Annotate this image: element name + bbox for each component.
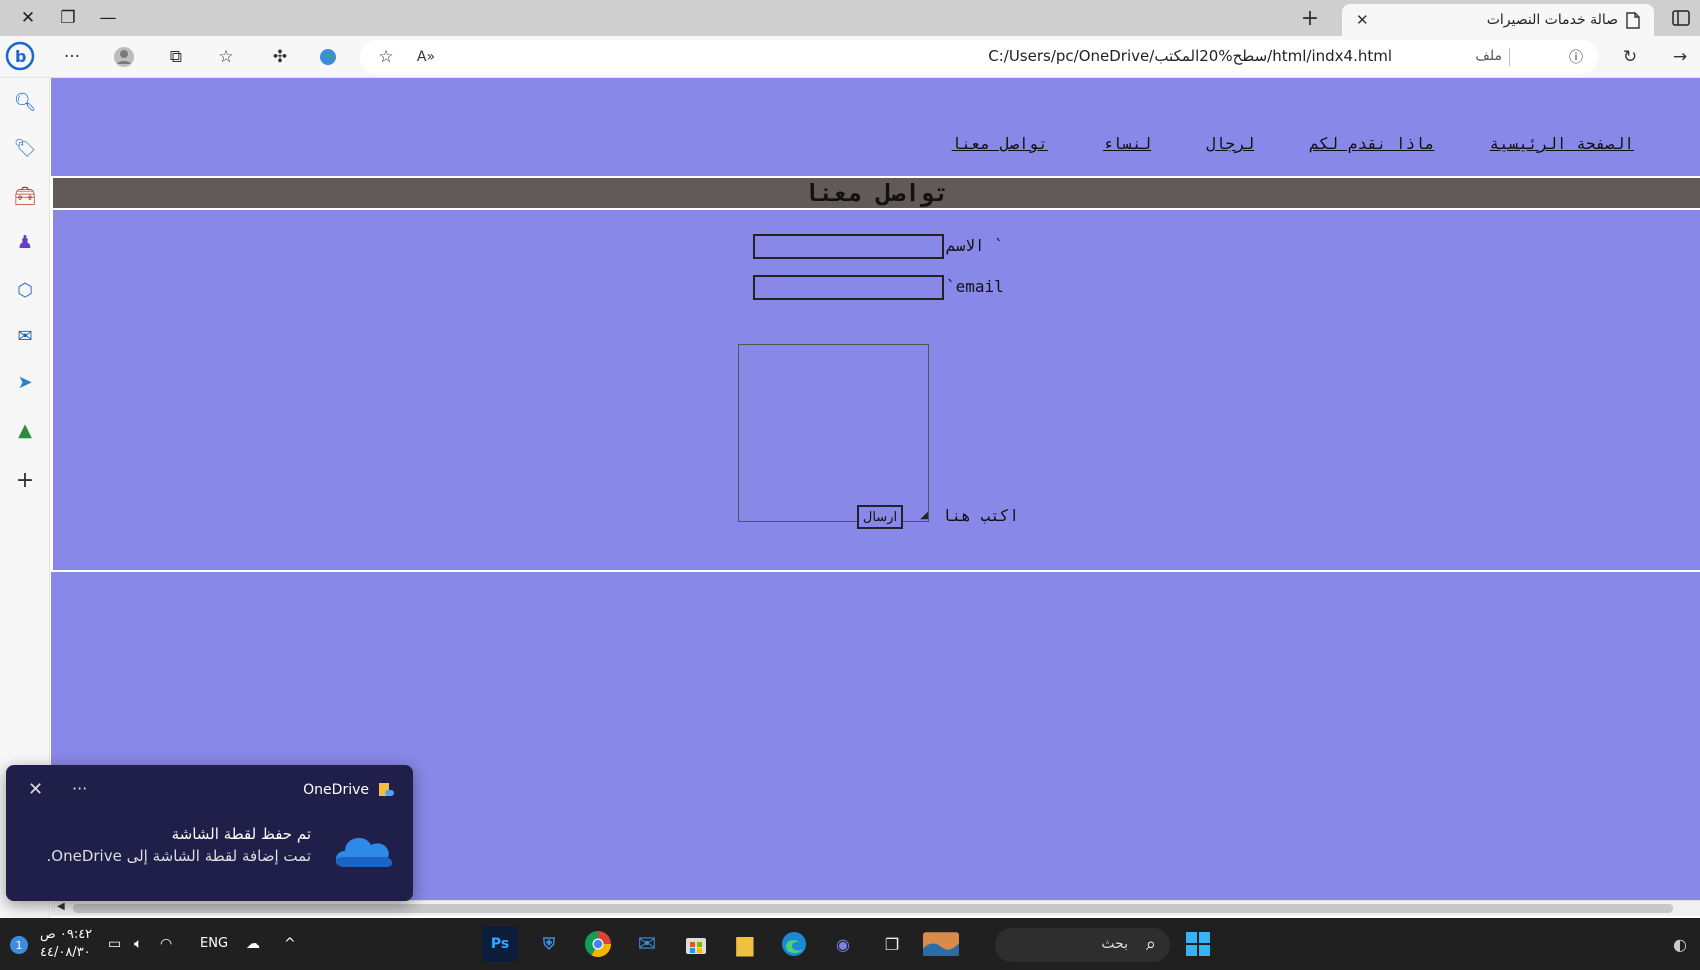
show-hidden-icons-icon[interactable]: ^: [284, 936, 296, 952]
taskbar-clock[interactable]: ٠٩:٤٢ ص ٤٤/٠٨/٣٠: [40, 926, 92, 962]
nav-link-home[interactable]: الصفحة الرئيسية: [1490, 134, 1635, 153]
email-field[interactable]: [753, 275, 944, 300]
search-icon[interactable]: 🔍︎: [7, 84, 43, 120]
add-sidebar-app-icon[interactable]: +: [7, 462, 43, 498]
more-menu-icon[interactable]: ···: [56, 42, 88, 72]
refresh-icon[interactable]: ↻: [1614, 42, 1646, 72]
tab-actions-icon[interactable]: [1668, 6, 1694, 30]
url-text[interactable]: C:/Users/pc/OneDrive/سطح%20المكتب/html/i…: [988, 47, 1392, 65]
start-icon[interactable]: [1180, 926, 1216, 962]
close-icon[interactable]: ✕: [28, 779, 43, 800]
onedrive-tray-icon[interactable]: ☁: [246, 936, 260, 952]
nav-link-women[interactable]: لنساء: [1103, 134, 1151, 153]
store-icon[interactable]: [678, 926, 714, 962]
language-indicator[interactable]: ENG: [200, 936, 228, 951]
horizontal-scrollbar[interactable]: ◀: [51, 900, 1700, 916]
tab-title: صالة خدمات النصيرات: [1486, 12, 1618, 28]
resize-handle-icon[interactable]: ◢: [920, 511, 928, 521]
onedrive-notification[interactable]: ✕ ··· OneDrive تم حفظ لقطة الشاشة تمت إض…: [6, 765, 413, 901]
notification-badge[interactable]: 1: [10, 936, 28, 954]
battery-icon[interactable]: ▭: [108, 936, 121, 952]
search-placeholder: بحث: [1101, 936, 1128, 952]
notification-title: تم حفظ لقطة الشاشة: [171, 825, 311, 843]
taskbar-search[interactable]: بحث ⌕: [995, 928, 1170, 962]
address-separator: [1509, 48, 1510, 66]
nav-link-services[interactable]: ماذا نقدم لكم: [1309, 134, 1434, 153]
divider: [51, 570, 1700, 572]
page-icon: [1626, 11, 1640, 29]
mail-icon[interactable]: ✉: [629, 926, 665, 962]
svg-text:b: b: [15, 47, 26, 66]
title-bar: ✕ ❐ — + صالة خدمات النصيرات ✕: [0, 0, 1700, 36]
scrollbar-thumb[interactable]: [73, 904, 1673, 913]
shield-app-icon[interactable]: ⛨: [531, 926, 567, 962]
forward-icon[interactable]: →: [1664, 42, 1696, 72]
collections-icon[interactable]: ⧉: [160, 42, 192, 72]
more-options-icon[interactable]: ···: [72, 779, 87, 798]
app-window-icon[interactable]: ❐: [874, 926, 910, 962]
favorites-icon[interactable]: ☆: [210, 42, 242, 72]
office-icon[interactable]: ⬡: [7, 272, 43, 308]
divider: [51, 176, 53, 572]
name-label: الاسم `: [946, 236, 1004, 255]
profile-icon[interactable]: [108, 42, 140, 72]
read-aloud-icon[interactable]: A»: [410, 42, 442, 72]
chrome-icon[interactable]: [580, 926, 616, 962]
file-label: ملف: [1475, 48, 1502, 64]
edge-icon[interactable]: [776, 926, 812, 962]
search-icon: ⌕: [1145, 934, 1156, 955]
site-info-icon[interactable]: ⓘ: [1560, 42, 1592, 72]
scroll-left-icon[interactable]: ◀: [57, 901, 65, 912]
wifi-icon[interactable]: ◠: [160, 936, 172, 952]
tree-icon[interactable]: ▲: [7, 412, 43, 448]
page-title: تواصل معنا: [804, 179, 949, 207]
clock-date: ٤٤/٠٨/٣٠: [40, 945, 91, 960]
name-field[interactable]: [753, 234, 944, 259]
photoshop-icon[interactable]: Ps: [482, 926, 518, 962]
outlook-icon[interactable]: ✉: [7, 318, 43, 354]
browser-toolbar: b ··· ⧉ ☆ ✣ ☆ A» C:/Users/pc/OneDrive/سط…: [0, 36, 1700, 78]
pinned-image-icon[interactable]: [923, 926, 959, 962]
nav-link-contact[interactable]: تواصل معنا: [952, 134, 1048, 153]
tab-active[interactable]: صالة خدمات النصيرات ✕: [1342, 4, 1654, 36]
extensions-icon[interactable]: ✣: [264, 42, 296, 72]
notification-body: تمت إضافة لقطة الشاشة إلى OneDrive.: [46, 847, 311, 865]
widgets-icon[interactable]: ◐: [1662, 926, 1698, 962]
shopping-icon[interactable]: 🏷︎: [7, 130, 43, 166]
message-label: اكتب هنا: [942, 506, 1020, 525]
taskbar: 1 ٠٩:٤٢ ص ٤٤/٠٨/٣٠ ▭ 🔈︎ ◠ ENG ☁ ^ Ps ⛨ ✉…: [0, 918, 1700, 970]
submit-button[interactable]: ارسال: [857, 505, 903, 529]
address-bar[interactable]: ☆ A» C:/Users/pc/OneDrive/سطح%20المكتب/h…: [360, 40, 1598, 74]
tools-icon[interactable]: 🧰︎: [7, 178, 43, 214]
nav-link-men[interactable]: لرجال: [1206, 134, 1254, 153]
section-header: تواصل معنا: [53, 178, 1700, 208]
games-icon[interactable]: ♟: [7, 224, 43, 260]
add-favorite-icon[interactable]: ☆: [370, 42, 402, 72]
email-label: `email: [946, 277, 1004, 296]
divider: [51, 208, 1700, 210]
notification-app-name: OneDrive: [303, 782, 369, 798]
volume-icon[interactable]: 🔈︎: [134, 936, 142, 952]
tab-close-icon[interactable]: ✕: [1356, 11, 1369, 29]
teams-icon[interactable]: ◉: [825, 926, 861, 962]
new-tab-button[interactable]: +: [1294, 4, 1326, 32]
send-icon[interactable]: ➤: [7, 364, 43, 400]
extension-globe-icon[interactable]: [312, 42, 344, 72]
file-explorer-icon[interactable]: ▆: [727, 926, 763, 962]
minimize-window-button[interactable]: —: [80, 0, 136, 36]
onedrive-small-icon: [377, 781, 395, 803]
message-textarea[interactable]: ◢: [738, 344, 929, 522]
bing-icon[interactable]: b: [2, 38, 38, 74]
site-nav: الصفحة الرئيسية ماذا نقدم لكم لرجال لنسا…: [952, 134, 1634, 153]
clock-time: ٠٩:٤٢ ص: [40, 927, 93, 942]
onedrive-cloud-icon: [331, 827, 395, 875]
